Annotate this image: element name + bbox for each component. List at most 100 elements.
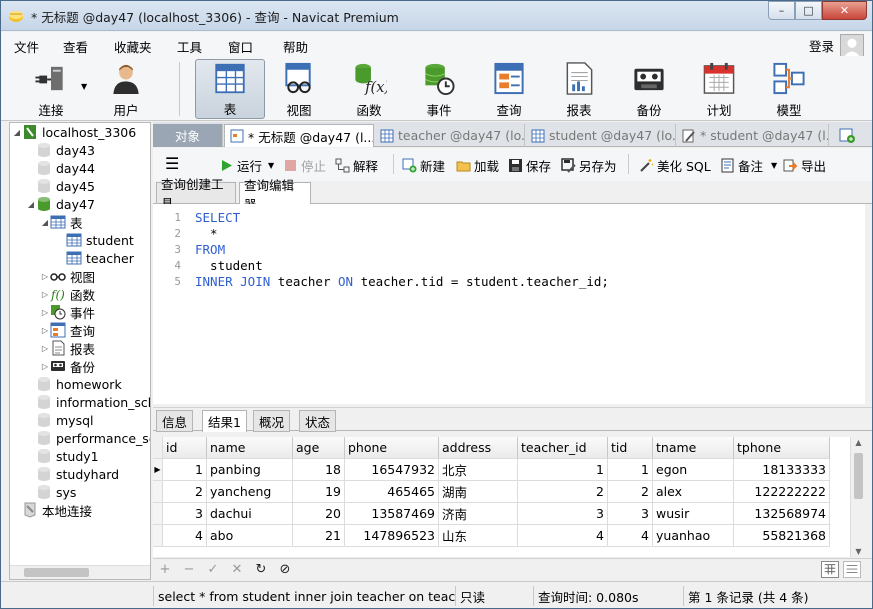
column-header-age[interactable]: age — [293, 437, 345, 459]
menu-help[interactable]: 帮助 — [283, 37, 308, 56]
tab-teacher-table[interactable]: teacher @day47 (lo... — [375, 124, 525, 147]
stop-loading-icon[interactable]: ⊘ — [277, 562, 293, 577]
column-header-teacher-id[interactable]: teacher_id — [518, 437, 608, 459]
menu-window[interactable]: 窗口 — [228, 37, 253, 56]
editor-line[interactable]: 1 SELECT — [153, 210, 240, 226]
cell-phone[interactable]: 465465 — [345, 481, 439, 503]
tree-database-study1[interactable]: study1 — [26, 447, 99, 465]
cell-tid[interactable]: 1 — [608, 459, 653, 481]
grid-view-icon[interactable] — [821, 561, 839, 578]
cell-tname[interactable]: egon — [653, 459, 734, 481]
cell-tid[interactable]: 4 — [608, 525, 653, 547]
toolbar-query-button[interactable]: 查询 — [487, 59, 531, 119]
cell-teacher-id[interactable]: 4 — [518, 525, 608, 547]
minimize-button[interactable]: – — [768, 1, 795, 20]
scroll-up-icon[interactable]: ▲ — [851, 438, 866, 447]
cell-address[interactable]: 湖南 — [439, 481, 518, 503]
toolbar-report-button[interactable]: 报表 — [557, 59, 601, 119]
tree-horizontal-scrollbar[interactable] — [10, 565, 150, 579]
tab-status[interactable]: 状态 — [299, 410, 337, 432]
apply-changes-icon[interactable]: ✓ — [205, 562, 221, 577]
login-link[interactable]: 登录 — [809, 36, 834, 55]
toolbar-backup-button[interactable]: 备份 — [627, 59, 671, 119]
cell-age[interactable]: 21 — [293, 525, 345, 547]
scroll-down-icon[interactable]: ▼ — [851, 547, 866, 556]
export-button[interactable]: 导出 — [783, 156, 826, 175]
beautify-sql-button[interactable]: 美化 SQL — [639, 156, 711, 175]
cell-tname[interactable]: yuanhao — [653, 525, 734, 547]
toolbar-event-button[interactable]: 事件 — [417, 59, 461, 119]
toolbar-user-button[interactable]: 用户 — [104, 59, 148, 119]
comment-button[interactable]: 备注 ▼ — [720, 156, 777, 175]
table-row[interactable]: 2 yancheng 19 465465 湖南 2 2 alex 122222222 — [153, 481, 830, 503]
editor-line[interactable]: 5 INNER JOIN teacher ON teacher.tid = stu… — [153, 274, 609, 290]
tab-info[interactable]: 信息 — [156, 410, 194, 432]
tab-untitled-query[interactable]: * 无标题 @day47 (l... — [224, 124, 374, 147]
collapse-arrow-icon[interactable]: ◢ — [12, 128, 22, 137]
cell-tid[interactable]: 3 — [608, 503, 653, 525]
tab-query-editor[interactable]: 查询编辑器 — [239, 178, 311, 212]
cell-age[interactable]: 20 — [293, 503, 345, 525]
grid-vertical-scrollbar[interactable]: ▲ ▼ — [850, 437, 865, 557]
save-button[interactable]: 保存 — [508, 156, 551, 175]
tree-group-view[interactable]: ▷ 视图 — [40, 267, 95, 285]
cell-phone[interactable]: 147896523 — [345, 525, 439, 547]
tab-objects[interactable]: 对象 — [153, 124, 223, 147]
row-marker[interactable] — [153, 481, 163, 503]
table-row[interactable]: 4 abo 21 147896523 山东 4 4 yuanhao 55821368 — [153, 525, 830, 547]
tab-query-builder[interactable]: 查询创建工具 — [156, 177, 236, 211]
run-button[interactable]: 运行 ▼ — [219, 156, 274, 175]
explain-button[interactable]: 解释 — [335, 156, 378, 175]
expand-arrow-icon[interactable]: ▷ — [40, 308, 50, 317]
refresh-icon[interactable]: ↻ — [253, 562, 269, 577]
editor-line[interactable]: 3 FROM — [153, 242, 225, 258]
column-header-phone[interactable]: phone — [345, 437, 439, 459]
tree-group-report[interactable]: ▷ 报表 — [40, 339, 95, 357]
cell-tphone[interactable]: 18133333 — [734, 459, 830, 481]
menu-view[interactable]: 查看 — [63, 37, 88, 56]
cell-id[interactable]: 2 — [163, 481, 207, 503]
tree-database-sys[interactable]: sys — [26, 483, 76, 501]
cell-teacher-id[interactable]: 2 — [518, 481, 608, 503]
tree-database-performance-schema[interactable]: performance_schema — [26, 429, 150, 447]
row-marker-current-icon[interactable]: ▶ — [153, 459, 163, 481]
collapse-arrow-icon[interactable]: ◢ — [40, 218, 50, 227]
cell-phone[interactable]: 16547932 — [345, 459, 439, 481]
expand-arrow-icon[interactable]: ▷ — [40, 326, 50, 335]
tree-database-day47[interactable]: ◢ day47 — [26, 195, 95, 213]
column-header-tphone[interactable]: tphone — [734, 437, 830, 459]
editor-line[interactable]: 2 * — [153, 226, 217, 242]
stop-button[interactable]: 停止 — [283, 156, 326, 175]
cell-teacher-id[interactable]: 3 — [518, 503, 608, 525]
close-button[interactable]: ✕ — [822, 1, 867, 20]
cell-name[interactable]: abo — [207, 525, 293, 547]
cell-phone[interactable]: 13587469 — [345, 503, 439, 525]
cell-age[interactable]: 18 — [293, 459, 345, 481]
table-row[interactable]: 3 dachui 20 13587469 济南 3 3 wusir 132568974 — [153, 503, 830, 525]
tree-database-day45[interactable]: day45 — [26, 177, 95, 195]
tree-table-group[interactable]: ◢ 表 — [40, 213, 83, 231]
row-marker[interactable] — [153, 525, 163, 547]
cell-address[interactable]: 北京 — [439, 459, 518, 481]
expand-arrow-icon[interactable]: ▷ — [40, 272, 50, 281]
tree-table-teacher[interactable]: teacher — [56, 249, 134, 267]
load-button[interactable]: 加载 — [456, 156, 499, 175]
form-view-icon[interactable] — [843, 561, 861, 578]
cell-id[interactable]: 1 — [163, 459, 207, 481]
menu-tools[interactable]: 工具 — [177, 37, 202, 56]
tree-database-homework[interactable]: homework — [26, 375, 122, 393]
scrollbar-thumb[interactable] — [24, 568, 89, 577]
tree-group-query[interactable]: ▷ 查询 — [40, 321, 95, 339]
cell-id[interactable]: 4 — [163, 525, 207, 547]
column-header-tid[interactable]: tid — [608, 437, 653, 459]
cell-tphone[interactable]: 55821368 — [734, 525, 830, 547]
menu-favorites[interactable]: 收藏夹 — [114, 37, 152, 56]
cell-tname[interactable]: alex — [653, 481, 734, 503]
toolbar-function-button[interactable]: f(x) 函数 — [347, 59, 391, 119]
tree-database-information-schema[interactable]: information_schema — [26, 393, 150, 411]
cell-id[interactable]: 3 — [163, 503, 207, 525]
cell-address[interactable]: 山东 — [439, 525, 518, 547]
tree-database-day43[interactable]: day43 — [26, 141, 95, 159]
cell-tname[interactable]: wusir — [653, 503, 734, 525]
tree-group-backup[interactable]: ▷ 备份 — [40, 357, 95, 375]
